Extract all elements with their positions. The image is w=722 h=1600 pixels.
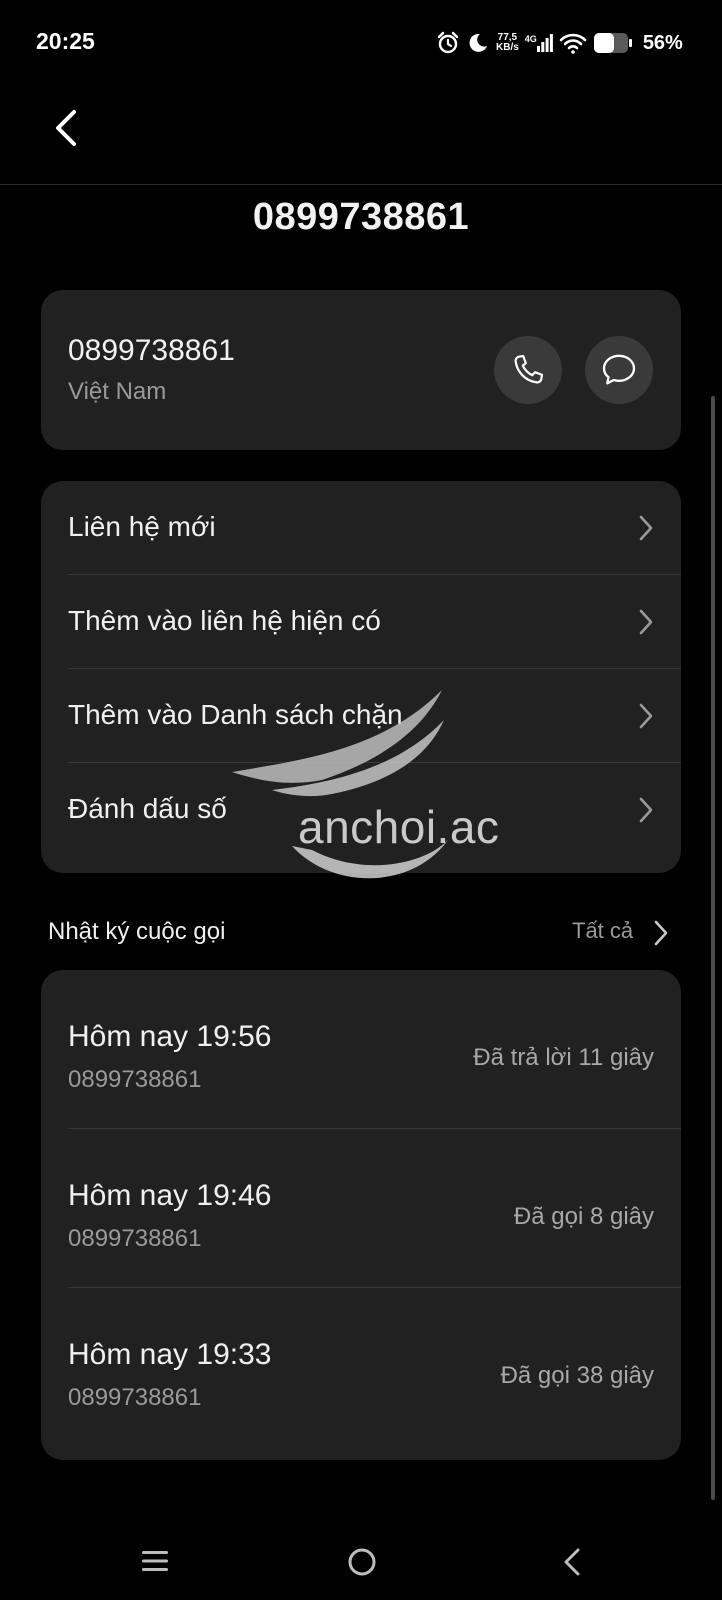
add-to-existing-item[interactable]: Thêm vào liên hệ hiện có (41, 575, 681, 669)
page-title: 0899738861 (252, 196, 470, 238)
menu-item-label: Thêm vào Danh sách chặn (68, 699, 403, 730)
battery-percent: 56% (642, 31, 683, 54)
back-button[interactable] (46, 106, 86, 150)
see-all-link[interactable]: Tất cả (572, 918, 633, 944)
call-log-row[interactable]: Hôm nay 19:56 0899738861 Đã trả lời 11 g… (41, 970, 681, 1129)
home-icon[interactable] (346, 1546, 378, 1578)
chevron-right-icon (639, 515, 653, 541)
call-button[interactable] (494, 336, 562, 404)
menu-item-label: Đánh dấu số (68, 793, 227, 824)
call-status: Đã gọi 8 giây (513, 1203, 654, 1230)
add-to-blocklist-item[interactable]: Thêm vào Danh sách chặn (41, 669, 681, 763)
message-button[interactable] (585, 336, 653, 404)
call-time: Hôm nay 19:33 (68, 1338, 272, 1371)
status-icons: 77,5 KB/s 4G 56% (436, 28, 683, 58)
alarm-icon (437, 31, 459, 54)
call-log-row[interactable]: Hôm nay 19:33 0899738861 Đã gọi 38 giây (41, 1288, 681, 1447)
menu-item-label: Liên hệ mới (68, 511, 216, 542)
phone-icon (514, 354, 544, 384)
chevron-right-icon (639, 703, 653, 729)
chevron-right-icon (639, 609, 653, 635)
call-number: 0899738861 (68, 1384, 202, 1411)
menu-icon[interactable] (140, 1548, 170, 1574)
call-number: 0899738861 (68, 1066, 202, 1093)
signal-group: 4G (525, 34, 553, 52)
chevron-right-icon[interactable] (652, 918, 670, 948)
moon-icon (469, 33, 487, 52)
wifi-icon (559, 33, 587, 54)
speed-unit: KB/s (496, 42, 519, 53)
nav-back-icon[interactable] (558, 1546, 586, 1578)
header-divider (0, 184, 722, 185)
call-log-title: Nhật ký cuộc gọi (48, 918, 226, 945)
menu-item-label: Thêm vào liên hệ hiện có (68, 605, 381, 636)
call-status: Đã gọi 38 giây (500, 1362, 654, 1389)
battery-icon (593, 33, 632, 53)
call-time: Hôm nay 19:56 (68, 1020, 272, 1053)
contact-number: 0899738861 (68, 334, 235, 367)
signal-icon (536, 34, 553, 52)
status-time: 20:25 (36, 28, 95, 54)
call-number: 0899738861 (68, 1225, 202, 1252)
actions-card: Liên hệ mới Thêm vào liên hệ hiện có Thê… (41, 481, 681, 873)
call-log-row[interactable]: Hôm nay 19:46 0899738861 Đã gọi 8 giây (41, 1129, 681, 1288)
contact-card: 0899738861 Việt Nam (41, 290, 681, 450)
new-contact-item[interactable]: Liên hệ mới (41, 481, 681, 575)
call-status: Đã trả lời 11 giây (473, 1044, 654, 1071)
back-arrow-icon (56, 110, 76, 146)
message-icon (602, 354, 636, 385)
contact-country: Việt Nam (68, 378, 167, 405)
chevron-right-icon (639, 797, 653, 823)
call-time: Hôm nay 19:46 (68, 1179, 272, 1212)
mark-number-item[interactable]: Đánh dấu số (41, 763, 681, 857)
call-log-card: Hôm nay 19:56 0899738861 Đã trả lời 11 g… (41, 970, 681, 1460)
network-type: 4G (524, 34, 537, 44)
scrollbar[interactable] (711, 396, 715, 1500)
network-speed: 77,5 KB/s (496, 33, 519, 53)
